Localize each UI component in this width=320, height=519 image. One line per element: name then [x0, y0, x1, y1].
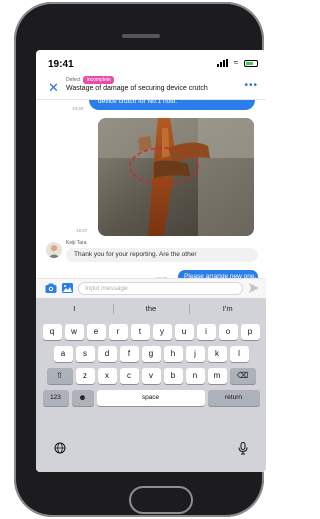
key[interactable]: f [119, 346, 139, 362]
key[interactable]: r [108, 324, 128, 340]
key[interactable]: g [141, 346, 161, 362]
status-time: 19:41 [48, 59, 74, 70]
conversation-title: Wastage of damage of securing device cru… [66, 85, 208, 92]
key[interactable]: x [97, 368, 117, 384]
shift-key[interactable]: ⇧ [46, 368, 73, 384]
suggestion-bar: I the I'm [36, 298, 266, 320]
microphone-icon[interactable] [238, 442, 248, 455]
key[interactable]: e [86, 324, 106, 340]
key-row: a s d f g h j k l [36, 346, 266, 362]
home-button[interactable] [129, 486, 193, 514]
backspace-key[interactable]: ⌫ [229, 368, 256, 384]
status-badge: Incomplete [83, 76, 114, 84]
key[interactable]: z [75, 368, 95, 384]
key[interactable]: b [163, 368, 183, 384]
speaker-grille [122, 34, 160, 38]
key[interactable]: d [97, 346, 117, 362]
person-icon [48, 244, 60, 258]
category-label: Defect [66, 77, 81, 83]
key[interactable]: n [185, 368, 205, 384]
battery-icon [244, 59, 258, 67]
key[interactable]: w [64, 324, 84, 340]
send-icon[interactable] [248, 282, 260, 294]
key[interactable]: k [207, 346, 227, 362]
camera-icon[interactable] [45, 282, 57, 294]
close-icon[interactable]: ✕ [48, 81, 59, 94]
key[interactable]: o [218, 324, 238, 340]
backspace-icon: ⌫ [236, 371, 249, 380]
status-icons: ≈ [217, 59, 258, 67]
outgoing-message: device crutch for No.1 hold. [89, 100, 255, 110]
return-key[interactable]: return [207, 390, 260, 406]
key[interactable]: p [240, 324, 260, 340]
emoji-icon: ☻ [78, 393, 87, 402]
message-composer [36, 278, 266, 298]
key[interactable]: l [229, 346, 249, 362]
suggestion-item[interactable]: the [112, 298, 190, 320]
incoming-message-row: Keiji Tara Thank you for your reporting.… [36, 238, 266, 274]
image-icon[interactable] [62, 283, 73, 293]
shift-icon: ⇧ [56, 371, 63, 380]
conversation-header: ✕ Defect Incomplete Wastage of damage of… [36, 74, 266, 100]
keyboard-bottom-bar [36, 440, 266, 460]
avatar[interactable] [46, 242, 62, 258]
key-row: q w e r t y u i o p [36, 324, 266, 340]
key-row: ⇧ z x c v b n m ⌫ [36, 368, 266, 384]
key[interactable]: i [196, 324, 216, 340]
key[interactable]: t [130, 324, 150, 340]
suggestion-item[interactable]: I [36, 298, 113, 320]
message-input[interactable] [78, 282, 243, 295]
phone-frame: 19:41 ≈ ✕ Defect Incomplete Wastage of d… [14, 2, 266, 517]
photo-message[interactable] [98, 118, 254, 236]
key[interactable]: m [207, 368, 227, 384]
key[interactable]: j [185, 346, 205, 362]
numbers-key[interactable]: 123 [42, 390, 69, 406]
more-icon[interactable]: ••• [244, 80, 258, 91]
key[interactable]: v [141, 368, 161, 384]
key[interactable]: a [53, 346, 73, 362]
key[interactable]: h [163, 346, 183, 362]
damaged-crutch-photo [98, 118, 254, 236]
message-timestamp: 19:37 [76, 228, 88, 233]
incoming-message: Thank you for your reporting. Are the ot… [66, 248, 258, 262]
space-key[interactable]: space [96, 390, 205, 406]
key-row: 123 ☻ space return [36, 390, 266, 406]
message-timestamp: 19:36 [72, 106, 84, 111]
wifi-icon: ≈ [233, 58, 239, 67]
status-bar: 19:41 ≈ [36, 50, 266, 74]
globe-icon[interactable] [54, 442, 66, 454]
key[interactable]: y [152, 324, 172, 340]
key[interactable]: q [42, 324, 62, 340]
header-meta: Defect Incomplete [66, 76, 114, 84]
signal-icon [217, 59, 228, 67]
emoji-key[interactable]: ☻ [71, 390, 94, 406]
sender-name: Keiji Tara [66, 240, 87, 246]
keyboard: I the I'm q w e r t y u i o p a s d f g … [36, 298, 266, 472]
key[interactable]: c [119, 368, 139, 384]
screen: 19:41 ≈ ✕ Defect Incomplete Wastage of d… [36, 50, 266, 472]
suggestion-item[interactable]: I'm [189, 298, 266, 320]
key[interactable]: s [75, 346, 95, 362]
key[interactable]: u [174, 324, 194, 340]
